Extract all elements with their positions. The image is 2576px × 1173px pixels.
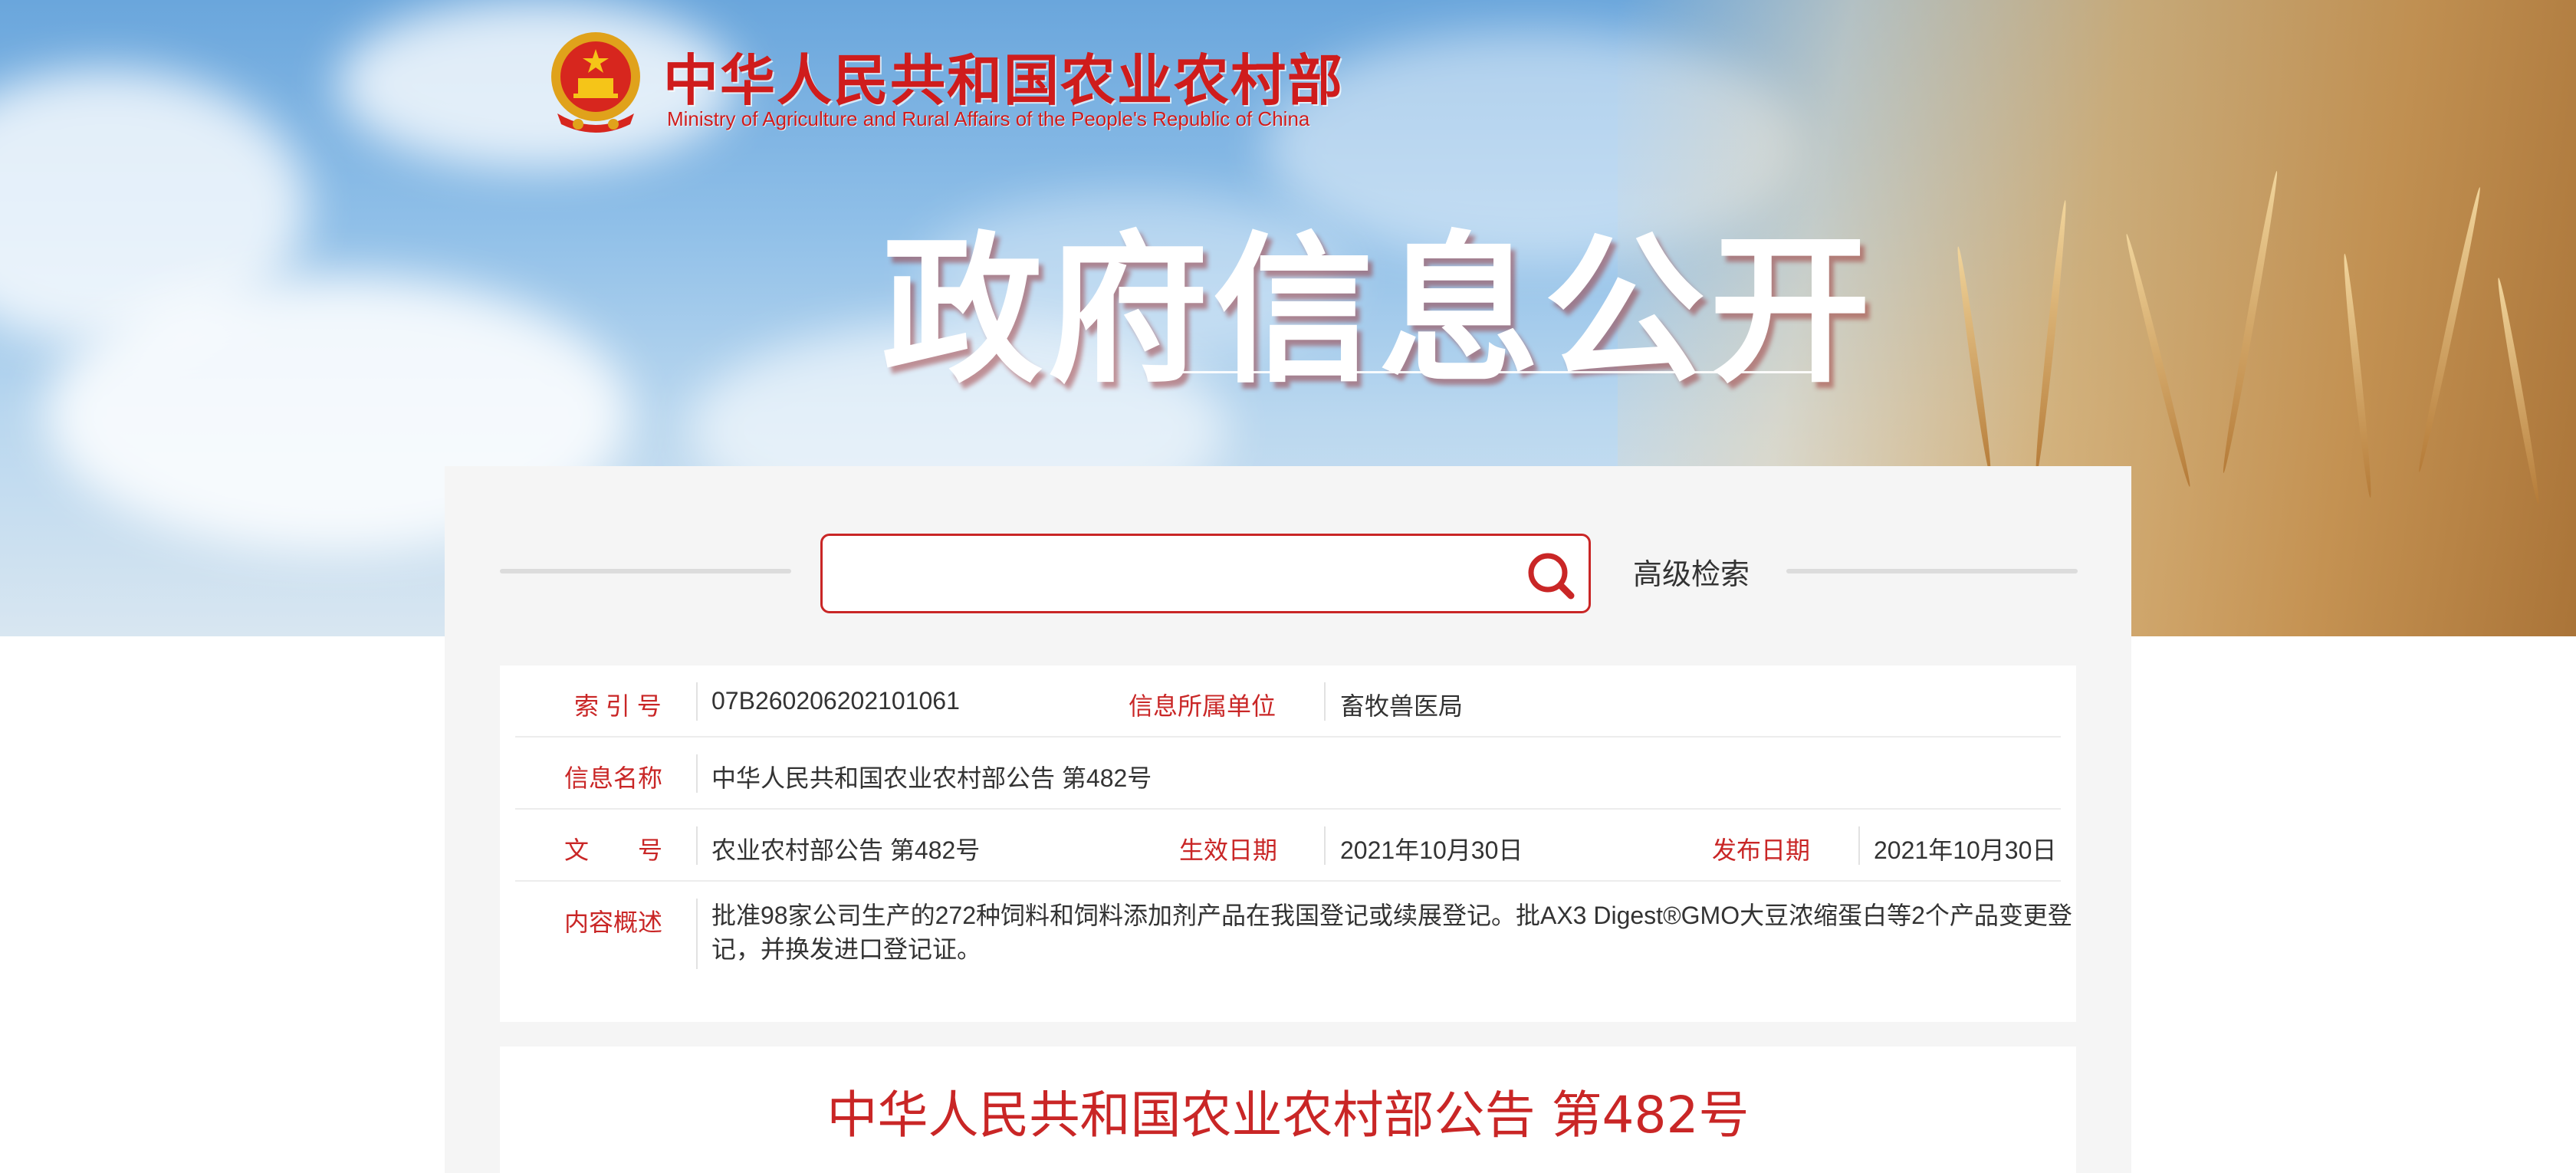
name-value: 中华人民共和国农业农村部公告 第482号 — [711, 764, 1152, 792]
docno-label: 文 号 — [564, 836, 663, 864]
docno-value: 农业农村部公告 第482号 — [711, 836, 981, 864]
search-bar-row: 高级检索 — [445, 466, 2131, 665]
index-value: 07B260206202101061 — [711, 687, 960, 715]
effective-date-value: 2021年10月30日 — [1340, 836, 1523, 864]
summary-label: 内容概述 — [564, 909, 663, 936]
search-input[interactable] — [841, 551, 1516, 597]
content-panel: 高级检索 索 引 号 07B260206202101061 信息所属单位 畜牧兽… — [445, 466, 2131, 1173]
banner-title: 政府信息公开 — [882, 217, 1876, 405]
search-icon — [1528, 553, 1575, 600]
info-row: 文 号 农业农村部公告 第482号 生效日期 2021年10月30日 发布日期 … — [515, 810, 2061, 882]
unit-value: 畜牧兽医局 — [1340, 692, 1464, 720]
info-row: 索 引 号 07B260206202101061 信息所属单位 畜牧兽医局 — [515, 665, 2061, 738]
publish-date-value: 2021年10月30日 — [1874, 836, 2057, 864]
document-title-card: 中华人民共和国农业农村部公告 第482号 — [500, 1046, 2076, 1173]
info-row: 内容概述 批准98家公司生产的272种饲料和饲料添加剂产品在我国登记或续展登记。… — [515, 882, 2072, 1022]
ministry-name-cn: 中华人民共和国农业农村部 — [663, 48, 1345, 113]
national-emblem-icon — [551, 32, 640, 133]
summary-value: 批准98家公司生产的272种饲料和饲料添加剂产品在我国登记或续展登记。批AX3 … — [711, 902, 2072, 963]
divider-right — [1786, 569, 2078, 573]
index-label: 索 引 号 — [574, 692, 662, 720]
publish-date-label: 发布日期 — [1712, 836, 1811, 864]
info-row: 信息名称 中华人民共和国农业农村部公告 第482号 — [515, 738, 2061, 810]
document-title: 中华人民共和国农业农村部公告 第482号 — [826, 1086, 1750, 1145]
unit-label: 信息所属单位 — [1129, 692, 1276, 720]
name-label: 信息名称 — [564, 764, 663, 792]
search-button[interactable] — [1522, 547, 1583, 605]
effective-date-label: 生效日期 — [1179, 836, 1278, 864]
divider-left — [500, 569, 791, 573]
ministry-name-en: Ministry of Agriculture and Rural Affair… — [667, 107, 1310, 130]
advanced-search-link[interactable]: 高级检索 — [1633, 550, 1750, 593]
info-table: 索 引 号 07B260206202101061 信息所属单位 畜牧兽医局 信息… — [500, 665, 2076, 1022]
banner-underline — [1162, 371, 1817, 373]
search-box — [820, 534, 1591, 613]
